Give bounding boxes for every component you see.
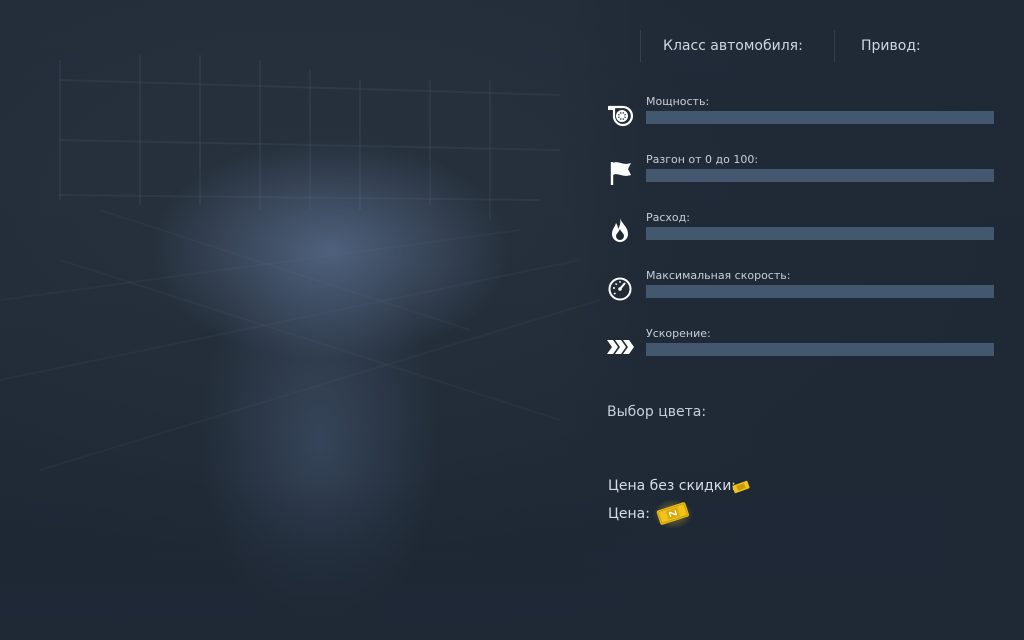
- stat-label: Максимальная скорость:: [646, 269, 791, 282]
- flame-icon: [605, 215, 635, 245]
- header-divider: [834, 30, 835, 62]
- stat-bar: [646, 285, 994, 298]
- flag-icon: [605, 157, 635, 187]
- stat-bar: [646, 111, 994, 124]
- stat-bar: [646, 343, 994, 356]
- stat-max-speed: Максимальная скорость:: [605, 269, 995, 305]
- stat-acceleration: Ускорение:: [605, 327, 995, 363]
- gold-ticket-icon: [653, 499, 693, 533]
- car-class-label: Класс автомобиля:: [663, 38, 803, 54]
- price-row: Цена:: [608, 506, 650, 522]
- stat-bar: [646, 169, 994, 182]
- stat-label: Мощность:: [646, 95, 710, 108]
- triple-chevron-icon: [605, 331, 635, 361]
- color-select-label: Выбор цвета:: [607, 404, 707, 420]
- gold-ticket-icon: [732, 479, 750, 499]
- stat-acceleration-0-100: Разгон от 0 до 100:: [605, 153, 995, 189]
- stat-label: Разгон от 0 до 100:: [646, 153, 759, 166]
- original-price-row: Цена без скидки:: [608, 478, 736, 494]
- original-price-label: Цена без скидки:: [608, 478, 737, 494]
- drive-type-label: Привод:: [861, 38, 921, 54]
- stat-bar: [646, 227, 994, 240]
- stat-fuel-consumption: Расход:: [605, 211, 995, 247]
- turbo-icon: [605, 99, 635, 129]
- stat-label: Ускорение:: [646, 327, 711, 340]
- price-label: Цена:: [608, 506, 650, 522]
- stat-power: Мощность:: [605, 95, 995, 131]
- header-divider: [640, 30, 641, 62]
- stat-label: Расход:: [646, 211, 690, 224]
- speedometer-icon: [605, 273, 635, 303]
